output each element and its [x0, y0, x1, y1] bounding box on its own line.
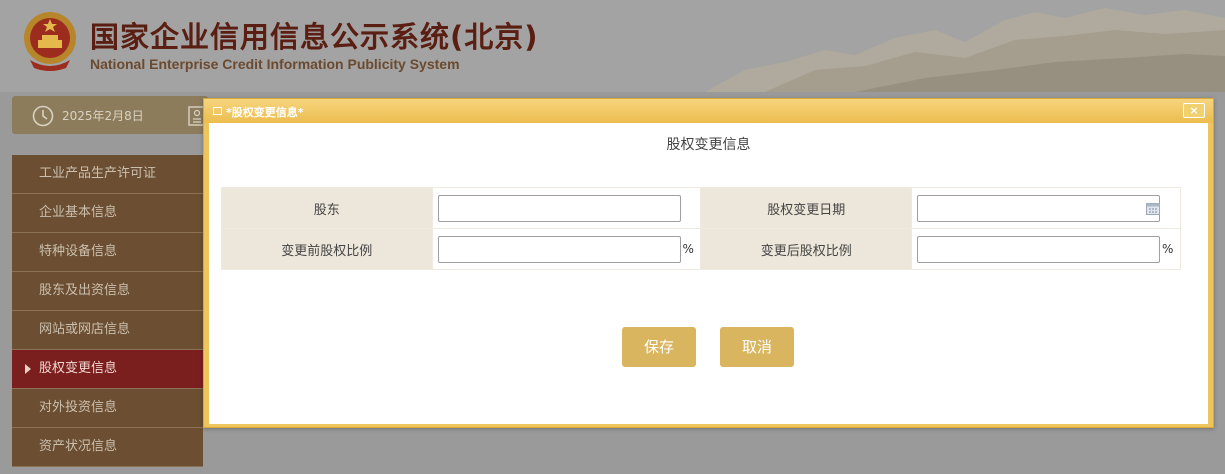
sidebar-item-label: 企业基本信息	[39, 205, 118, 220]
date-bar: 2025年2月8日	[12, 96, 208, 134]
site-title-english: National Enterprise Credit Information P…	[90, 56, 460, 72]
sidebar-nav: 工业产品生产许可证 企业基本信息 特种设备信息 股东及出资信息 网站或网店信息 …	[12, 155, 203, 474]
sidebar-item-equity-change[interactable]: 股权变更信息	[12, 350, 203, 389]
current-date: 2025年2月8日	[62, 109, 144, 123]
equity-form-table: 股东 股权变更日期 变更前股权比例 % 变更后股权比例 %	[221, 187, 1181, 270]
after-ratio-input[interactable]	[917, 235, 1161, 263]
national-emblem-icon	[24, 12, 76, 71]
shareholder-input[interactable]	[437, 194, 681, 222]
dialog-titlebar[interactable]: *股权变更信息* ×	[204, 99, 1213, 123]
sidebar-item-label: 网站或网店信息	[39, 322, 131, 337]
before-ratio-input[interactable]	[437, 235, 681, 263]
cancel-button[interactable]: 取消	[720, 327, 794, 367]
sidebar-item-label: 股东及出资信息	[39, 283, 131, 298]
site-title: 国家企业信用信息公示系统(北京)	[90, 20, 539, 54]
before-ratio-label: 变更前股权比例	[221, 228, 433, 270]
change-date-label: 股权变更日期	[700, 187, 913, 229]
sidebar-item-website[interactable]: 网站或网店信息	[12, 311, 203, 350]
sidebar-item-basic-info[interactable]: 企业基本信息	[12, 194, 203, 233]
change-date-input[interactable]	[917, 194, 1161, 222]
mountain-background-image	[705, 8, 1225, 92]
sidebar-item-label: 特种设备信息	[39, 244, 118, 259]
window-icon	[213, 107, 222, 115]
dialog-body: 股权变更信息 股东 股权变更日期 变更前股权比例 % 变更后股权比例 % 保存 …	[209, 123, 1208, 424]
calendar-icon[interactable]	[1146, 202, 1160, 215]
form-row: 变更前股权比例 % 变更后股权比例 %	[221, 228, 1181, 270]
percent-unit: %	[1162, 242, 1174, 256]
form-heading: 股权变更信息	[666, 137, 751, 153]
sidebar-item-special-equipment[interactable]: 特种设备信息	[12, 233, 203, 272]
site-header: 国家企业信用信息公示系统(北京) National Enterprise Cre…	[0, 0, 1225, 92]
sidebar-item-label: 工业产品生产许可证	[39, 166, 157, 181]
after-ratio-label: 变更后股权比例	[700, 228, 913, 270]
sidebar-item-label: 对外投资信息	[39, 400, 118, 415]
percent-unit: %	[682, 242, 694, 256]
sidebar-item-label: 股权变更信息	[39, 361, 118, 376]
caret-right-icon	[25, 364, 31, 374]
equity-change-dialog: *股权变更信息* × 股权变更信息 股东 股权变更日期 变更前股权比例 % 变更…	[203, 98, 1214, 428]
shareholder-label: 股东	[221, 187, 433, 229]
save-button[interactable]: 保存	[622, 327, 696, 367]
form-row: 股东 股权变更日期	[221, 187, 1181, 229]
sidebar-item-label: 资产状况信息	[39, 439, 118, 454]
dialog-title: *股权变更信息*	[226, 106, 304, 119]
sidebar-item-investment[interactable]: 对外投资信息	[12, 389, 203, 428]
sidebar-item-industrial-license[interactable]: 工业产品生产许可证	[12, 155, 203, 194]
close-button[interactable]: ×	[1183, 103, 1205, 118]
sidebar-item-shareholders[interactable]: 股东及出资信息	[12, 272, 203, 311]
clock-icon	[32, 105, 54, 127]
sidebar-item-assets[interactable]: 资产状况信息	[12, 428, 203, 467]
